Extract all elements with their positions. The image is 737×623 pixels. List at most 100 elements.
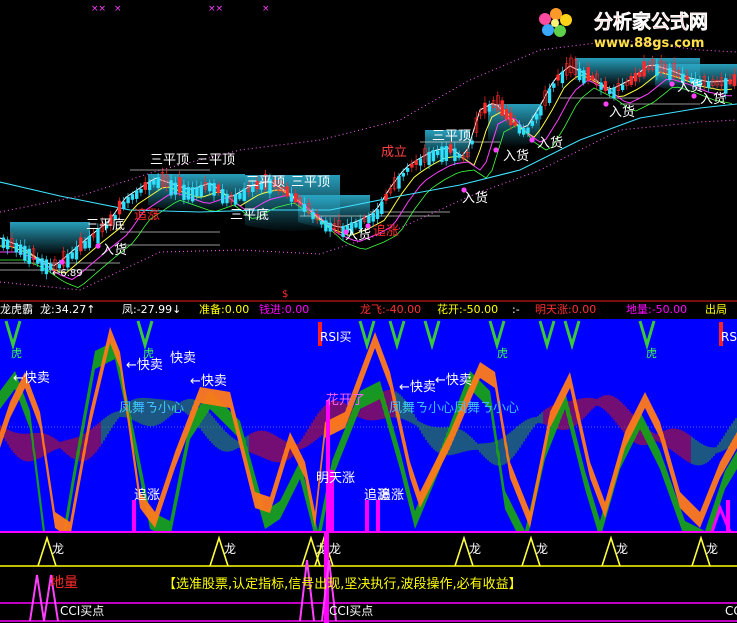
candle-body [599, 82, 603, 90]
candle-body [6, 239, 10, 250]
candle-body [212, 183, 216, 196]
candle-body [83, 240, 87, 249]
buy-dot [529, 137, 535, 143]
candle-body [642, 61, 646, 77]
low-price-label: ←6.89 [52, 268, 83, 279]
pattern-label: 三平底 [230, 207, 269, 223]
candle-body [440, 146, 444, 162]
candle-body [14, 242, 18, 253]
buy-dot [669, 81, 675, 87]
cci-buy-label: CCI买点 [60, 604, 104, 618]
rsi-buy-label: RSI买 [320, 330, 352, 344]
tiger-label: 虎 [11, 347, 22, 360]
candle-body [36, 257, 40, 264]
candle-body [556, 74, 560, 81]
buy-label: 入货 [503, 148, 529, 164]
candle-body [539, 105, 543, 116]
buy-label: 入货 [345, 227, 371, 243]
tiger-label: 虎 [497, 347, 508, 360]
site-logo[interactable]: 分析家公式网 www.88gs.com [539, 8, 708, 51]
candle-body [216, 184, 221, 193]
candle-body [182, 184, 186, 200]
candle-body [70, 252, 74, 259]
dragon-label: 龙 [706, 542, 718, 556]
candle-body [208, 182, 212, 192]
fast-sell-label: ←快卖 [435, 373, 472, 388]
signal-spike [365, 500, 369, 532]
chase-label: 追涨 [373, 223, 399, 239]
stock-chart-window: ×× × ×× × 分析家公式网 www.88gs.com 三平顶 三平顶 三平… [0, 0, 737, 623]
pattern-label: 三平顶 [246, 175, 285, 190]
fast-sell-label: ←快卖 [399, 380, 436, 395]
candle-body [483, 102, 487, 114]
chase-rise-label: 追涨 [378, 487, 404, 503]
candle-body [354, 222, 358, 228]
indicator-header[interactable]: $ 龙虎霸 龙:34.27↑ 凤:-27.99↓ 准备:0.00 钱进:0.00 龙飞:-… [0, 289, 737, 317]
candle-body [504, 109, 509, 120]
header-value: :- [512, 303, 520, 316]
candle-body [156, 177, 160, 189]
ground-volume-label: 地量 [50, 575, 78, 591]
buy-dot [603, 101, 609, 107]
fast-sell-label: ←快卖 [190, 374, 227, 389]
candle-body [517, 124, 522, 134]
candle-body [139, 189, 143, 193]
candle-body [233, 194, 238, 205]
candle-body [302, 203, 307, 212]
slogan-text: 【选准股票,认定指标,信号出现,坚决执行,波段操作,必有收益】 [163, 576, 522, 592]
candle-body [547, 88, 552, 103]
candle-body [285, 186, 289, 197]
candle-body [27, 248, 31, 264]
candle-body [186, 187, 190, 200]
candle-body [79, 237, 83, 252]
candle-body [487, 105, 491, 112]
header-value: 钱进:0.00 [259, 302, 309, 316]
pattern-label: 三平顶 [196, 153, 235, 168]
candle-body [324, 220, 328, 232]
candle-body [629, 76, 633, 85]
buy-label: 入货 [700, 91, 726, 107]
candle-body [23, 245, 27, 261]
header-value: 龙:34.27↑ [40, 303, 95, 316]
candle-body [427, 151, 431, 165]
tiger-label: 虎 [646, 347, 657, 360]
candle-body [117, 200, 122, 215]
candle-body [633, 72, 638, 82]
header-value: 龙飞:-40.00 [360, 303, 421, 316]
candle-body [534, 113, 539, 120]
candle-body [552, 83, 556, 88]
candle-body [371, 213, 375, 222]
cci-buy-label: CC [725, 604, 737, 618]
candle-body [582, 70, 586, 84]
phoenix-caution-label: 凤舞ㄋ小心 [119, 401, 184, 416]
dragon-label: 龙 [224, 542, 236, 556]
candle-body [513, 121, 517, 126]
candle-body [401, 172, 405, 177]
candle-body [147, 182, 152, 190]
fast-sell-label: ←快卖 [126, 358, 163, 373]
candle-body [431, 150, 436, 162]
price-panel[interactable]: ×× × ×× × 分析家公式网 www.88gs.com 三平顶 三平顶 三平… [0, 4, 737, 291]
candle-body [40, 258, 44, 272]
signal-spike [376, 500, 380, 532]
top-marker: × [114, 4, 122, 14]
candle-body [500, 100, 504, 116]
header-name: 龙虎霸 [0, 303, 33, 316]
candle-body [126, 196, 130, 204]
signal-spike [132, 500, 136, 532]
chart-canvas[interactable]: ×× × ×× × 分析家公式网 www.88gs.com 三平顶 三平顶 三平… [0, 0, 737, 623]
candle-body [453, 148, 457, 162]
candle-body [620, 84, 625, 91]
candle-body [526, 127, 530, 134]
candle-body [289, 193, 294, 202]
candle-body [152, 180, 156, 185]
buy-label: 入货 [462, 190, 488, 206]
candle-body [509, 112, 513, 126]
dragon-label: 龙 [536, 542, 548, 556]
candle-body [530, 120, 535, 126]
bottom-panel[interactable]: 龙龙龙龙龙龙龙龙 地量 【选准股票,认定指标,信号出现,坚决执行,波段操作,必有… [0, 531, 737, 623]
candle-body [195, 187, 199, 197]
candle-body [414, 160, 418, 165]
candle-body [560, 71, 565, 84]
dragon-label: 龙 [52, 542, 64, 556]
